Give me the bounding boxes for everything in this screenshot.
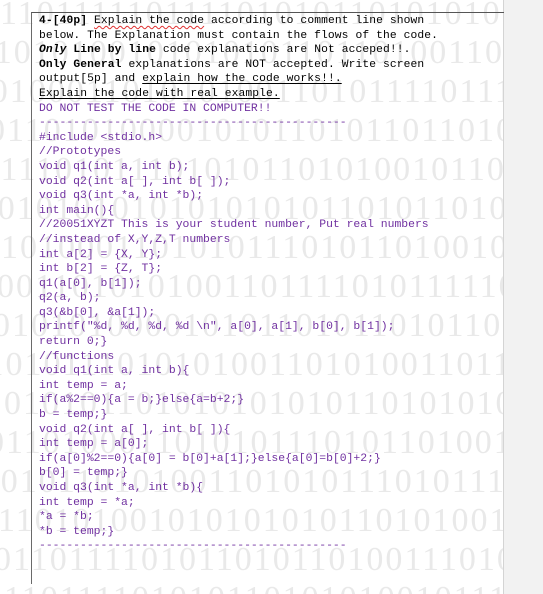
code-line: q2(a, b);: [39, 292, 101, 305]
code-line: int temp = a;: [39, 379, 128, 392]
code-line: #include <stdio.h>: [39, 131, 163, 144]
code-line: int main(){: [39, 204, 115, 217]
code-line: void q3(int *a, int *b);: [39, 190, 204, 203]
code-line: void q2(int a[ ], int b[ ]);: [39, 175, 231, 188]
code-line: int a[2] = {X, Y};: [39, 248, 163, 261]
code-line: q3(&b[0], &a[1]);: [39, 306, 156, 319]
warning-line: DO NOT TEST THE CODE IN COMPUTER!!: [39, 102, 272, 115]
code-line: void q3(int *a, int *b){: [39, 482, 204, 494]
code-line: if(a[0]%2==0){a[0] = b[0]+a[1];}else{a[0…: [39, 452, 381, 465]
question-header-line: output[5p] and explain how the code work…: [39, 72, 504, 87]
code-line: *a = *b;: [39, 511, 94, 524]
code-line: //instead of X,Y,Z,T numbers: [39, 233, 231, 246]
code-line: b = temp;}: [39, 409, 108, 422]
code-line: int b[2] = {Z, T};: [39, 263, 163, 276]
header-text-segment: Only General: [39, 58, 122, 71]
code-line: void q2(int a[ ], int b[ ]){: [39, 423, 231, 436]
divider-bottom: ----------------------------------------…: [39, 540, 347, 553]
code-line: b[0] = temp;}: [39, 467, 128, 480]
header-text-segment: Only: [39, 44, 67, 57]
code-line: //Prototypes: [39, 146, 122, 159]
code-line: *b = temp;}: [39, 525, 115, 538]
code-line: int temp = *a;: [39, 496, 135, 509]
document-page: 1101111101111010101101010100101110111110…: [0, 0, 543, 594]
header-text-segment: explanations are NOT accepted. Write scr…: [121, 58, 425, 71]
header-text-segment: according to comment line shown: [204, 15, 425, 27]
header-text-segment: Explain the code with real example.: [39, 87, 280, 100]
header-text-segment: explain how the code works!!.: [142, 73, 342, 86]
code-line: //20051XYZT This is your student number,…: [39, 219, 429, 232]
code-line: int temp = a[0];: [39, 438, 149, 451]
header-text-segment: output[5p] and: [39, 73, 143, 86]
question-header-line: Only Line by line code explanations are …: [39, 43, 504, 58]
header-text-segment: Line by line: [66, 44, 156, 57]
question-header-line: Explain the code with real example.: [39, 87, 504, 102]
question-table-cell: 4-[40p] Explain the code according to co…: [31, 12, 504, 584]
code-line: void q1(int a, int b){: [39, 365, 190, 378]
code-line: //functions: [39, 350, 115, 363]
header-text-segment: below. The Explanation must contain the …: [39, 29, 438, 42]
question-header-block: 4-[40p] Explain the code according to co…: [39, 14, 504, 102]
question-header-line: Only General explanations are NOT accept…: [39, 58, 504, 73]
divider-top: ----------------------------------------…: [39, 117, 347, 130]
code-listing: #include <stdio.h>//Prototypes void q1(in…: [39, 131, 504, 540]
question-header-line: below. The Explanation must contain the …: [39, 29, 504, 44]
header-text-segment: code explanations are Not acceped!!.: [155, 44, 411, 57]
right-gutter: [504, 0, 543, 594]
header-text-segment: 4-[40p]: [39, 15, 95, 27]
code-line: return 0;}: [39, 336, 108, 349]
code-line: if(a%2==0){a = b;}else{a=b+2;}: [39, 394, 245, 407]
code-line: void q1(int a, int b);: [39, 160, 190, 173]
header-text-segment: Explain the code: [94, 15, 205, 27]
code-line: q1(a[0], b[1]);: [39, 277, 142, 290]
question-header-line: 4-[40p] Explain the code according to co…: [39, 14, 504, 29]
code-line: printf("%d, %d, %d, %d \n", a[0], a[1], …: [39, 321, 395, 334]
